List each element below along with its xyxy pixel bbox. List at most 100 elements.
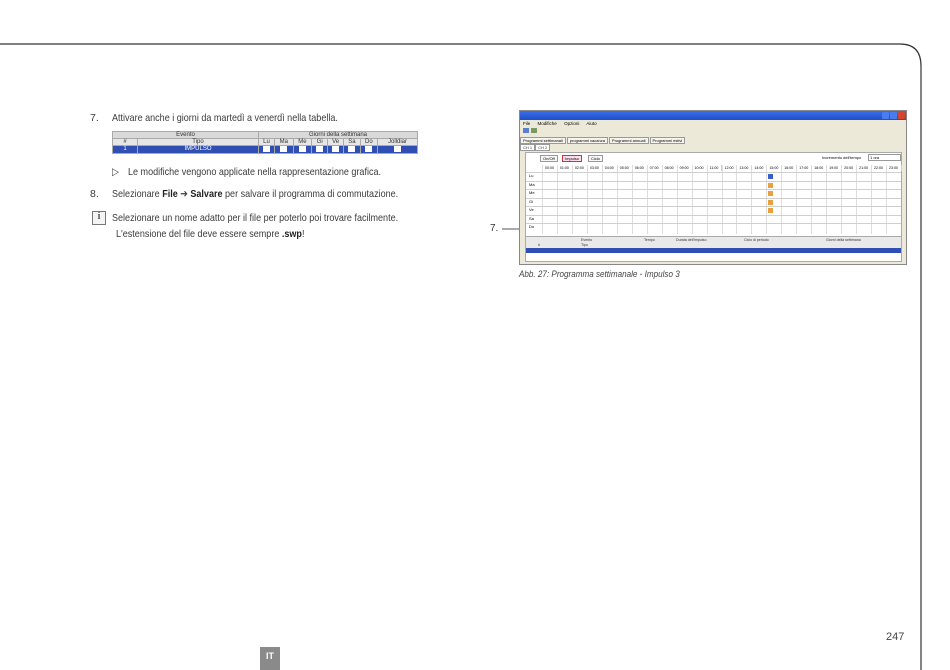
grid-row-line <box>526 206 901 207</box>
group-header-days: Giorni della settimana <box>258 131 418 139</box>
day-label: Ma <box>529 181 535 187</box>
th-duration: Durata dell'impulso <box>676 238 707 242</box>
impulse-marker[interactable] <box>768 191 774 196</box>
info-icon: i <box>92 211 106 225</box>
close-icon[interactable] <box>898 112 905 119</box>
page-frame <box>0 43 922 670</box>
day-label: Me <box>529 190 535 195</box>
zoom-select[interactable]: 1 ora <box>868 154 901 161</box>
tab-annual[interactable]: Programmi annuali <box>608 137 649 144</box>
grid-row-line <box>526 214 901 216</box>
col-gi: Gi <box>311 138 329 146</box>
day-label: Gi <box>529 198 533 204</box>
channel-tabs: CH 1 CH 2 <box>520 144 551 151</box>
onoff-button[interactable]: On/Off <box>540 155 558 162</box>
result-text: Le modifiche vengono applicate nella rap… <box>128 166 382 178</box>
th-weekdays: Giorni della settimana <box>826 238 861 242</box>
hour-header: 08:00 <box>662 165 678 171</box>
tab-vacation[interactable]: programmi vacanza <box>566 137 608 144</box>
hour-header: 11:00 <box>707 165 723 171</box>
hour-header: 03:00 <box>587 165 603 171</box>
program-tabs: Programmi settimanali programmi vacanza Pr… <box>520 137 906 144</box>
tab-summer[interactable]: Programmi estivi <box>649 137 686 144</box>
impulse-marker[interactable] <box>768 174 774 179</box>
tab-ch2[interactable]: CH 2 <box>535 144 551 151</box>
col-ve: Ve <box>327 138 345 146</box>
menu-file[interactable]: File <box>523 121 530 126</box>
language-tab: IT <box>260 647 280 670</box>
app-screenshot: File Modifiche Opzioni Aiuto Programmi s… <box>519 110 907 265</box>
save-icon[interactable] <box>523 128 529 133</box>
col-jolldiar: Jolldiar <box>377 138 418 146</box>
hour-header: 09:00 <box>677 165 693 171</box>
th-event: Evento <box>581 238 593 242</box>
table-row[interactable] <box>526 248 901 253</box>
th-index: # <box>538 243 540 247</box>
impulse-button[interactable]: Impulso <box>562 155 583 162</box>
schedule-grid[interactable]: 00:00 01:00 02:00 03:00 04:00 05:00 06:00 07:00… <box>526 165 902 234</box>
menu-modifiche[interactable]: Modifiche <box>538 121 557 126</box>
checkbox-sa[interactable] <box>348 146 356 152</box>
impulse-marker[interactable] <box>768 199 774 205</box>
hour-header: 04:00 <box>602 165 618 171</box>
hour-header: 01:00 <box>557 165 573 171</box>
hour-header: 12:00 <box>722 165 738 171</box>
zoom-label: Incremento dell'tempo <box>822 155 862 160</box>
step-7-text: Attivare anche i giorni da martedì a ven… <box>112 112 338 124</box>
impulse-marker[interactable] <box>768 182 774 188</box>
day-label: Sa <box>529 215 534 221</box>
checkbox-ve[interactable] <box>332 146 340 152</box>
hour-header: 00:00 <box>542 165 558 171</box>
hour-header: 22:00 <box>871 165 888 171</box>
col-type: Tipo <box>137 138 259 146</box>
checkbox-lu[interactable]: ✓ <box>262 146 270 153</box>
checkbox-do[interactable] <box>365 146 373 152</box>
weekday-table: Evento Giorni della settimana # Tipo Lu … <box>112 131 418 154</box>
grid-row-line <box>526 189 901 190</box>
tab-weekly[interactable]: Programmi settimanali <box>520 137 566 144</box>
grid-row-line <box>526 197 901 199</box>
checkbox-jolldiar[interactable] <box>394 146 401 152</box>
hour-header: 18:00 <box>811 165 828 171</box>
minimize-icon[interactable] <box>882 112 889 119</box>
row-index: 1 <box>112 145 138 154</box>
hour-header: 17:00 <box>796 165 813 171</box>
info-line-1: Selezionare un nome adatto per il file p… <box>112 212 399 224</box>
hour-header: 16:00 <box>781 165 798 171</box>
col-ma: Ma <box>273 138 294 146</box>
figure-caption: Abb. 27: Programma settimanale - Impulso… <box>519 269 680 279</box>
row-type: IMPULSO <box>137 145 259 154</box>
col-index: # <box>112 138 138 146</box>
hour-header: 21:00 <box>856 165 873 171</box>
th-cycle: Ciclo di periodo <box>744 238 769 242</box>
cycle-button[interactable]: Ciclo <box>588 155 603 162</box>
group-header-event: Evento <box>112 131 259 139</box>
day-label: Do <box>529 224 535 229</box>
result-marker: ▷ <box>112 166 119 178</box>
checkbox-gi[interactable] <box>316 146 324 152</box>
th-time: Tempo <box>644 238 655 242</box>
hour-header: 15:00 <box>766 165 783 171</box>
menu-bar: File Modifiche Opzioni Aiuto <box>523 121 603 126</box>
checkbox-ma[interactable] <box>280 146 288 152</box>
step-7-number: 7. <box>90 112 99 124</box>
impulse-marker[interactable] <box>768 208 774 213</box>
info-line-2: L'estensione del file deve essere sempre… <box>116 228 305 240</box>
hour-header: 14:00 <box>751 165 768 171</box>
menu-aiuto[interactable]: Aiuto <box>586 121 596 126</box>
schedule-panel: On/Off Impulso Ciclo Incremento dell'tem… <box>525 152 902 262</box>
maximize-icon[interactable] <box>890 112 897 119</box>
print-icon[interactable] <box>531 128 537 133</box>
checkbox-me[interactable] <box>298 146 306 152</box>
window-titlebar <box>520 111 906 120</box>
table-row[interactable]: 1 IMPULSO ✓ <box>112 145 418 154</box>
event-table: # Evento Tipo Tempo Durata dell'impulso … <box>526 236 901 261</box>
menu-opzioni[interactable]: Opzioni <box>564 121 579 126</box>
th-type: Tipo <box>581 243 588 247</box>
hour-header: 19:00 <box>826 165 843 171</box>
col-lu: Lu <box>258 138 275 146</box>
page-number: 247 <box>886 631 905 643</box>
tab-ch1[interactable]: CH 1 <box>520 144 536 151</box>
grid-row-line <box>526 223 901 224</box>
hour-header: 20:00 <box>841 165 858 171</box>
